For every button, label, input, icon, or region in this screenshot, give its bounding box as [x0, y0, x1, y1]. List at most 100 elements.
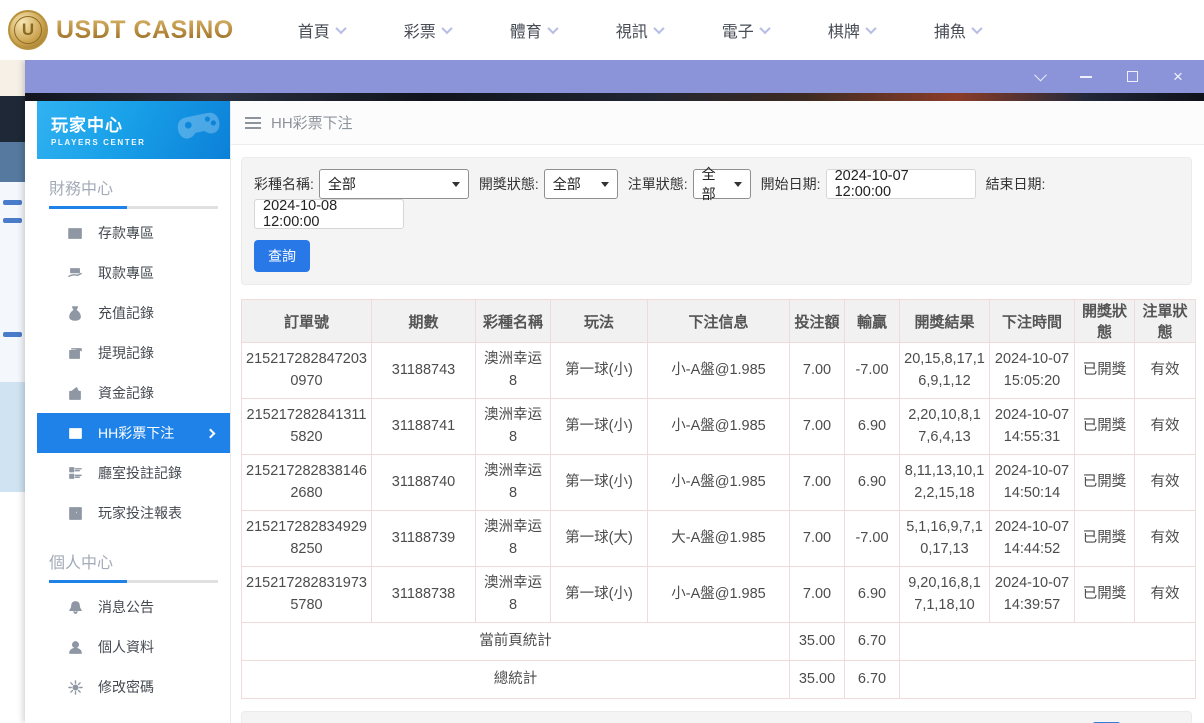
column-header: 投注額: [789, 299, 845, 343]
screen: U USDT CASINO 首頁 彩票 體育 視訊 電子 棋牌 捕魚 × 玩家中心: [0, 0, 1204, 723]
recharge-record-icon: [67, 305, 83, 321]
withdraw-icon: [67, 265, 83, 281]
sidebar-item[interactable]: 個人資料: [37, 627, 230, 667]
sidebar-item[interactable]: 消息公告: [37, 587, 230, 627]
sidebar-item-label: 修改密碼: [98, 679, 154, 695]
close-icon[interactable]: ×: [1170, 68, 1186, 85]
summary-label: 總統計: [241, 660, 790, 699]
sidebar-item[interactable]: HH彩票下注: [37, 413, 230, 453]
table-row: 2152172828319735780 31188738 澳洲幸运8 第一球(小) 小-…: [241, 566, 1196, 623]
sidebar-item[interactable]: 充值記錄: [37, 293, 230, 333]
table-cell: 澳洲幸运8: [475, 342, 551, 399]
table-cell: 2152172828349298250: [241, 510, 372, 567]
table-cell: 20,15,8,17,16,9,1,12: [899, 342, 990, 399]
sidebar-item-label: 取款專區: [98, 265, 154, 281]
window-content: 玩家中心 PLAYERS CENTER 財務中心存款專區取款專區充值記錄提現記錄…: [25, 93, 1204, 723]
sidebar-item[interactable]: 廳室投註記錄: [37, 453, 230, 493]
window-titlebar: ×: [25, 60, 1204, 93]
top-nav-item-label: 棋牌: [827, 24, 860, 41]
content-area: 彩種名稱: 全部 開獎狀態: 全部 注單狀態: 全部 開始日期: 2024-10…: [231, 145, 1204, 723]
sidebar-section-title: 財務中心: [49, 181, 114, 198]
summary-empty-cell: [899, 622, 1196, 661]
table-cell: 31188741: [371, 398, 476, 455]
lottery-bet-icon: [67, 425, 83, 441]
table-row: 2152172828413115820 31188741 澳洲幸运8 第一球(小) 小-…: [241, 398, 1196, 455]
sidebar-item[interactable]: 提現記錄: [37, 333, 230, 373]
top-nav-item-label: 彩票: [403, 24, 436, 41]
table-row: 2152172828472030970 31188743 澳洲幸运8 第一球(小) 小-…: [241, 342, 1196, 399]
table-cell: 第一球(大): [550, 510, 648, 567]
table-cell: 第一球(小): [550, 398, 648, 455]
column-header: 下注信息: [647, 299, 790, 343]
draw-status-label: 開獎狀態:: [478, 176, 539, 192]
summary-label: 當前頁統計: [241, 622, 790, 661]
column-header: 開獎結果: [899, 299, 990, 343]
order-status-select[interactable]: 全部: [692, 166, 751, 202]
sidebar-item[interactable]: 資金記錄: [37, 373, 230, 413]
top-nav-item[interactable]: 視訊: [616, 18, 665, 42]
top-nav: 首頁 彩票 體育 視訊 電子 棋牌 捕魚: [298, 18, 983, 42]
sidebar-section-title: 個人中心: [49, 555, 114, 572]
table-row: 2152172828349298250 31188739 澳洲幸运8 第一球(大) 大-…: [241, 510, 1196, 567]
top-nav-item-label: 體育: [509, 24, 542, 41]
top-nav-item[interactable]: 電子: [721, 18, 771, 42]
sidebar-item-label: 存款專區: [98, 225, 154, 241]
player-report-icon: [67, 505, 83, 521]
funds-record-icon: [67, 385, 83, 401]
table-cell: -7.00: [844, 342, 900, 399]
table-cell: 有效: [1134, 342, 1196, 399]
section-underline: [49, 580, 218, 583]
chevron-down-icon: [865, 22, 877, 35]
lottery-name-label: 彩種名稱:: [254, 176, 314, 192]
sidebar-header: 玩家中心 PLAYERS CENTER: [37, 101, 230, 159]
main-panel: HH彩票下注 彩種名稱: 全部 開獎狀態: 全部 注單狀態: 全部 開始日期: …: [230, 101, 1204, 723]
coin-letter: U: [14, 16, 42, 44]
gear-icon: [67, 679, 83, 695]
end-date-input[interactable]: 2024-10-08 12:00:00: [254, 198, 404, 230]
sidebar-item[interactable]: 存款專區: [37, 213, 230, 253]
top-nav-item-label: 電子: [721, 24, 754, 41]
table-cell: 大-A盤@1.985: [647, 510, 790, 567]
maximize-icon[interactable]: [1124, 69, 1140, 85]
start-date-input[interactable]: 2024-10-07 12:00:00: [825, 168, 976, 200]
table-cell: 2152172828413115820: [241, 398, 372, 455]
app-window: × 玩家中心 PLAYERS CENTER 財務中心 存款專區 取款專區 充值記…: [25, 60, 1204, 723]
table-cell: 澳洲幸运8: [475, 510, 551, 567]
top-nav-item[interactable]: 首頁: [298, 18, 347, 42]
background-page-strip: [0, 60, 25, 723]
sidebar-item-label: 玩家投注報表: [98, 505, 182, 521]
table-cell: 已開獎: [1074, 342, 1135, 399]
query-button[interactable]: 查詢: [254, 240, 310, 272]
column-header: 注單狀態: [1134, 299, 1196, 343]
column-header: 玩法: [550, 299, 648, 343]
sidebar-item[interactable]: 玩家投注報表: [37, 493, 230, 533]
sidebar-item[interactable]: 修改密碼: [37, 667, 230, 707]
sidebar-item-label: 充值記錄: [98, 305, 154, 321]
draw-status-select[interactable]: 全部: [543, 169, 618, 199]
start-date-label: 開始日期:: [760, 176, 821, 192]
banner-edge-strip: [25, 93, 1204, 101]
chevron-down-icon: [653, 22, 665, 35]
sidebar-item[interactable]: 取款專區: [37, 253, 230, 293]
menu-icon[interactable]: [245, 116, 261, 129]
table-cell: 2024-10-07 14:44:52: [989, 510, 1075, 567]
top-nav-item[interactable]: 體育: [509, 18, 559, 42]
top-nav-item[interactable]: 棋牌: [827, 18, 877, 42]
table-cell: 第一球(小): [550, 566, 648, 623]
top-nav-item[interactable]: 彩票: [403, 18, 453, 42]
chevron-down-icon: [971, 22, 983, 35]
minimize-icon[interactable]: [1078, 69, 1094, 85]
select-arrow-icon: [451, 181, 460, 187]
window-menu-chevron-icon[interactable]: [1032, 68, 1048, 85]
summary-winloss-total: 6.70: [844, 622, 900, 661]
pagination-bar: 每頁顯示20條 共5条 首页 上一页 [1] 下一页 第 页 跳转: [241, 711, 1192, 723]
column-header: 開獎狀態: [1074, 299, 1135, 343]
top-nav-item[interactable]: 捕魚: [934, 18, 983, 42]
table-cell: 有效: [1134, 454, 1196, 511]
table-cell: 已開獎: [1074, 398, 1135, 455]
table-cell: 7.00: [789, 566, 845, 623]
summary-row: 總統計 35.00 6.70: [241, 660, 1196, 699]
table-cell: 有效: [1134, 398, 1196, 455]
brand-logo[interactable]: U USDT CASINO: [8, 10, 234, 50]
lottery-name-select[interactable]: 全部: [318, 169, 469, 199]
